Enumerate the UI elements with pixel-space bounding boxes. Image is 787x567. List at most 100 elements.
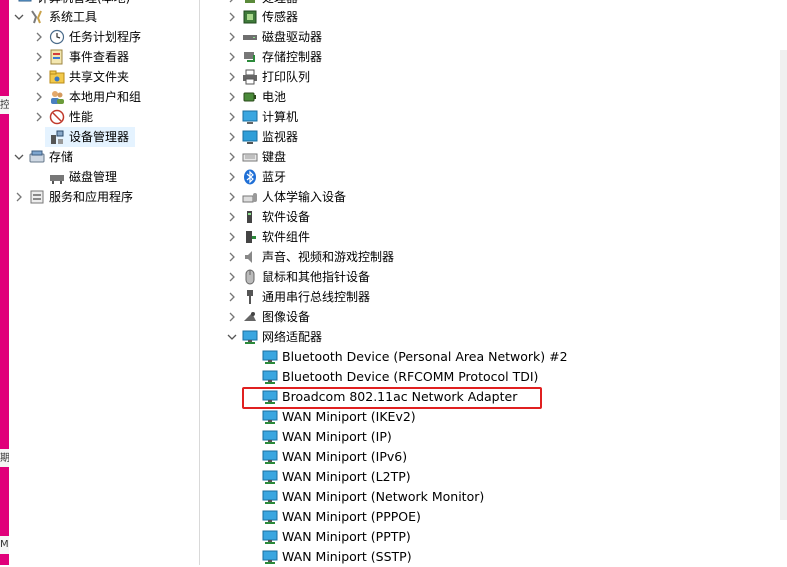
- chevron-down-icon[interactable]: [226, 327, 238, 347]
- network-adapter-icon: [262, 449, 278, 465]
- event-log-icon: [49, 49, 65, 65]
- device-category-computer[interactable]: 计算机: [226, 107, 298, 127]
- device-category-monitor[interactable]: 监视器: [226, 127, 298, 147]
- adapter-item[interactable]: Bluetooth Device (RFCOMM Protocol TDI): [258, 367, 538, 387]
- network-adapter-icon: [262, 429, 278, 445]
- network-adapter-icon: [262, 489, 278, 505]
- chevron-right-icon[interactable]: [226, 47, 238, 67]
- chevron-right-icon[interactable]: [33, 87, 45, 107]
- chevron-right-icon[interactable]: [226, 67, 238, 87]
- device-category-sound-video-game[interactable]: 声音、视频和游戏控制器: [226, 247, 394, 267]
- tree-item-system-tools[interactable]: 系统工具: [13, 7, 97, 27]
- navigation-tree: 计算机管理(本地) 系统工具 任务计划程序 事件查看器 共享文件夹: [9, 0, 199, 565]
- storage-controller-icon: [242, 49, 258, 65]
- chevron-right-icon[interactable]: [33, 107, 45, 127]
- software-component-icon: [242, 229, 258, 245]
- hid-icon: [242, 189, 258, 205]
- chevron-right-icon[interactable]: [33, 67, 45, 87]
- chevron-right-icon[interactable]: [226, 247, 238, 267]
- bluetooth-icon: [242, 169, 258, 185]
- chevron-right-icon[interactable]: [13, 187, 25, 207]
- computer-management-icon: [17, 0, 33, 6]
- computer-icon: [242, 109, 258, 125]
- edge-fragment: M: [0, 536, 9, 554]
- network-adapter-icon: [262, 409, 278, 425]
- adapter-item[interactable]: WAN Miniport (L2TP): [258, 467, 411, 487]
- device-category-mouse[interactable]: 鼠标和其他指针设备: [226, 267, 370, 287]
- tree-item-performance[interactable]: 性能: [33, 107, 93, 127]
- chevron-down-icon[interactable]: [13, 147, 25, 167]
- adapter-item[interactable]: WAN Miniport (Network Monitor): [258, 487, 484, 507]
- tools-icon: [29, 9, 45, 25]
- device-tree: 处理器 传感器 磁盘驱动器 存储控制器 打印队列 电池 计算机 监视器: [200, 0, 780, 565]
- chevron-right-icon[interactable]: [226, 127, 238, 147]
- edge-fragment: 期: [0, 449, 10, 467]
- chevron-right-icon[interactable]: [226, 147, 238, 167]
- chevron-right-icon[interactable]: [33, 47, 45, 67]
- tree-item-task-scheduler[interactable]: 任务计划程序: [33, 27, 141, 47]
- device-category-storage-controller[interactable]: 存储控制器: [226, 47, 322, 67]
- disk-management-icon: [49, 169, 65, 185]
- device-category-imaging[interactable]: 图像设备: [226, 307, 310, 327]
- chevron-right-icon[interactable]: [226, 167, 238, 187]
- device-category-network-adapters[interactable]: 网络适配器: [226, 327, 322, 347]
- adapter-item[interactable]: WAN Miniport (PPPOE): [258, 507, 421, 527]
- storage-icon: [29, 149, 45, 165]
- chevron-right-icon[interactable]: [226, 287, 238, 307]
- edge-fragment: 控: [0, 96, 10, 114]
- chevron-right-icon[interactable]: [226, 227, 238, 247]
- network-adapter-icon: [262, 349, 278, 365]
- chevron-right-icon[interactable]: [226, 107, 238, 127]
- device-category-software-component[interactable]: 软件组件: [226, 227, 310, 247]
- adapter-item[interactable]: WAN Miniport (SSTP): [258, 547, 412, 567]
- chevron-right-icon[interactable]: [33, 27, 45, 47]
- chevron-right-icon[interactable]: [226, 87, 238, 107]
- users-icon: [49, 89, 65, 105]
- sensor-icon: [242, 9, 258, 25]
- adapter-item[interactable]: Bluetooth Device (Personal Area Network)…: [258, 347, 568, 367]
- chevron-right-icon[interactable]: [226, 7, 238, 27]
- tree-item-storage[interactable]: 存储: [13, 147, 73, 167]
- tree-item-local-users-groups[interactable]: 本地用户和组: [33, 87, 141, 107]
- monitor-icon: [242, 129, 258, 145]
- device-category-print-queue[interactable]: 打印队列: [226, 67, 310, 87]
- chevron-right-icon[interactable]: [226, 187, 238, 207]
- adapter-item[interactable]: WAN Miniport (PPTP): [258, 527, 411, 547]
- adapter-item[interactable]: WAN Miniport (IKEv2): [258, 407, 416, 427]
- device-category-bluetooth[interactable]: 蓝牙: [226, 167, 286, 187]
- device-category-hid[interactable]: 人体学输入设备: [226, 187, 346, 207]
- device-manager-icon: [49, 129, 65, 145]
- adapter-item[interactable]: WAN Miniport (IPv6): [258, 447, 407, 467]
- adapter-item-broadcom[interactable]: Broadcom 802.11ac Network Adapter: [258, 387, 517, 407]
- tree-item-disk-management[interactable]: 磁盘管理: [45, 167, 117, 187]
- printer-icon: [242, 69, 258, 85]
- tree-item-event-viewer[interactable]: 事件查看器: [33, 47, 129, 67]
- disk-drive-icon: [242, 29, 258, 45]
- chevron-right-icon[interactable]: [226, 207, 238, 227]
- tree-item-device-manager[interactable]: 设备管理器: [45, 127, 136, 147]
- mouse-icon: [242, 269, 258, 285]
- network-adapter-icon: [242, 329, 258, 345]
- speaker-icon: [242, 249, 258, 265]
- software-device-icon: [242, 209, 258, 225]
- chevron-right-icon[interactable]: [226, 267, 238, 287]
- chevron-right-icon[interactable]: [226, 27, 238, 47]
- chevron-down-icon[interactable]: [13, 7, 25, 27]
- device-category-usb[interactable]: 通用串行总线控制器: [226, 287, 370, 307]
- usb-icon: [242, 289, 258, 305]
- device-category-software-device[interactable]: 软件设备: [226, 207, 310, 227]
- network-adapter-icon: [262, 389, 278, 405]
- chevron-right-icon[interactable]: [226, 307, 238, 327]
- processor-icon: [242, 0, 258, 6]
- tree-item-services-apps[interactable]: 服务和应用程序: [13, 187, 133, 207]
- device-category-battery[interactable]: 电池: [226, 87, 286, 107]
- network-adapter-icon: [262, 469, 278, 485]
- network-adapter-icon: [262, 549, 278, 565]
- adapter-item[interactable]: WAN Miniport (IP): [258, 427, 392, 447]
- vertical-scrollbar[interactable]: [780, 50, 787, 520]
- network-adapter-icon: [262, 509, 278, 525]
- tree-item-shared-folders[interactable]: 共享文件夹: [33, 67, 129, 87]
- device-category-sensor[interactable]: 传感器: [226, 7, 298, 27]
- device-category-keyboard[interactable]: 键盘: [226, 147, 286, 167]
- device-category-disk-drive[interactable]: 磁盘驱动器: [226, 27, 322, 47]
